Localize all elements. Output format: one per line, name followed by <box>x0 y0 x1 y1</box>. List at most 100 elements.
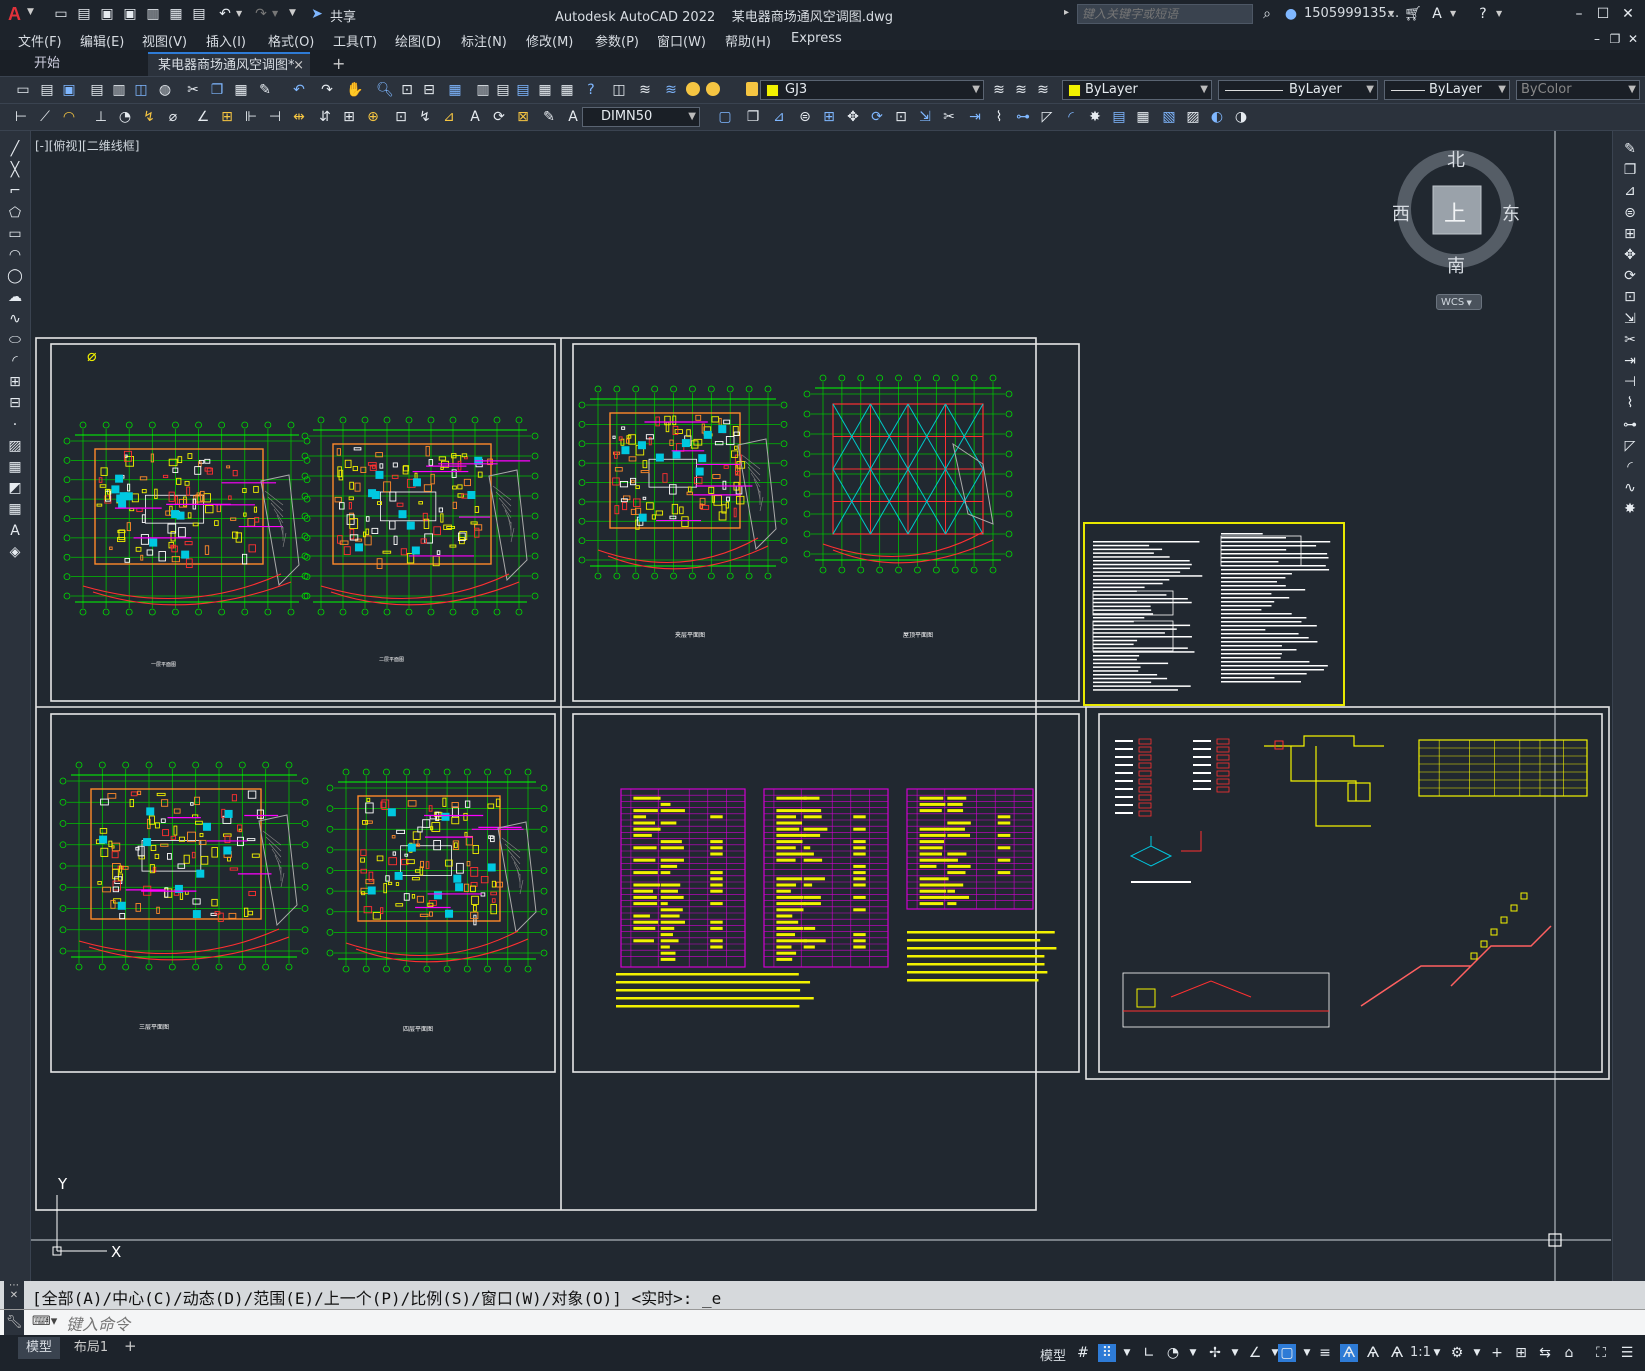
move-icon[interactable]: ✥ <box>844 108 862 126</box>
lineweight-display-icon[interactable]: ≡ <box>1316 1344 1334 1362</box>
user-account[interactable]: 1505999135... <box>1304 6 1399 21</box>
chamfer-icon[interactable]: ◸ <box>1622 438 1638 454</box>
block-icon[interactable]: ✎ <box>540 108 558 126</box>
rectangle-icon[interactable]: ▭ <box>7 226 23 242</box>
close-icon[interactable]: ✕ <box>1619 5 1637 23</box>
annotation-visibility-icon[interactable]: Ѧ <box>1340 1344 1358 1362</box>
menu-view[interactable]: 视图(V) <box>142 31 187 50</box>
menu-draw[interactable]: 绘图(D) <box>395 31 441 50</box>
inspect-icon[interactable]: ⊡ <box>392 108 410 126</box>
share-button[interactable]: 共享 <box>330 6 356 25</box>
save-icon[interactable]: ▣ <box>60 81 78 99</box>
point-icon[interactable]: · <box>7 417 23 433</box>
ellipse-icon[interactable]: ⬭ <box>7 332 23 348</box>
search-icon[interactable]: ⌕ <box>1258 5 1276 23</box>
fillet-icon[interactable]: ◜ <box>1622 459 1638 475</box>
revision-cloud-icon[interactable]: ☁ <box>7 289 23 305</box>
isodraft-arrow-icon[interactable]: ▼ <box>1226 1344 1244 1362</box>
stretch-icon[interactable]: ⇲ <box>1622 311 1638 327</box>
save-web-icon[interactable]: ▦ <box>167 5 185 23</box>
new-icon[interactable]: ▭ <box>14 81 32 99</box>
tab-close-icon[interactable]: × <box>293 54 304 78</box>
app-menu-arrow-icon[interactable]: ▼ <box>27 7 34 17</box>
plot-icon[interactable]: ▤ <box>88 81 106 99</box>
command-window-grip-icon[interactable]: ⋯ ✕ <box>4 1281 24 1309</box>
polygon-icon[interactable]: ⬠ <box>7 205 23 221</box>
group-icon[interactable]: ▦ <box>1134 108 1152 126</box>
viewcube-east[interactable]: 东 <box>1502 200 1520 226</box>
menu-help[interactable]: 帮助(H) <box>725 31 771 50</box>
plot-preview-icon[interactable]: ▥ <box>110 81 128 99</box>
viewcube-top-face[interactable]: 上 <box>1444 196 1466 228</box>
undo-icon[interactable]: ↶ <box>216 5 234 23</box>
explode-icon[interactable]: ✸ <box>1086 108 1104 126</box>
scale-icon[interactable]: ⊡ <box>1622 289 1638 305</box>
undo-arrow-icon[interactable]: ▼ <box>236 9 242 18</box>
pan-icon[interactable]: ✋ <box>346 81 364 99</box>
stretch-icon[interactable]: ⇲ <box>916 108 934 126</box>
object-snap-icon[interactable]: ▢ <box>1278 1344 1296 1362</box>
object-snap-arrow-icon[interactable]: ▼ <box>1298 1344 1316 1362</box>
ellipse-arc-icon[interactable]: ◜ <box>7 353 23 369</box>
layer-match-icon[interactable]: ≋ <box>662 81 680 99</box>
trim-icon[interactable]: ✂ <box>1622 332 1638 348</box>
new-tab-icon[interactable]: + <box>322 52 355 76</box>
dim-linear-icon[interactable]: ⊢ <box>12 108 30 126</box>
construction-line-icon[interactable]: ╳ <box>7 162 23 178</box>
menu-tools[interactable]: 工具(T) <box>333 31 377 50</box>
properties-icon[interactable]: ▦ <box>446 81 464 99</box>
move-icon[interactable]: ✥ <box>1622 247 1638 263</box>
help-icon[interactable]: ? <box>582 81 600 99</box>
color-dropdown[interactable]: ByLayer ▼ <box>1062 80 1212 100</box>
lock-ui-icon[interactable]: ⌂ <box>1560 1344 1578 1362</box>
zoom-window-icon[interactable]: ⊡ <box>398 81 416 99</box>
zoom-previous-icon[interactable]: ⊟ <box>420 81 438 99</box>
plotstyle-dropdown[interactable]: ByColor ▼ <box>1516 80 1640 100</box>
rotate-icon[interactable]: ⟳ <box>868 108 886 126</box>
quick-dim-icon[interactable]: ⊞ <box>218 108 236 126</box>
open-web-icon[interactable]: ▥ <box>144 5 162 23</box>
ortho-icon[interactable]: ∟ <box>1140 1344 1158 1362</box>
region-icon[interactable]: ◩ <box>7 480 23 496</box>
command-input[interactable] <box>64 1313 1628 1335</box>
drawing-canvas[interactable]: [-][俯视][二维线框] 一层平面图 二层平面图 夹层平面图 屋顶平面图 三层… <box>31 131 1611 1281</box>
gradient-icon[interactable]: ▦ <box>7 459 23 475</box>
isolate-icon[interactable]: ◐ <box>1208 108 1226 126</box>
command-prompt-icon[interactable]: ⌨▾ <box>32 1314 57 1329</box>
isodraft-icon[interactable]: ✢ <box>1206 1344 1224 1362</box>
jogged-linear-icon[interactable]: ↯ <box>416 108 434 126</box>
search-input[interactable] <box>1077 4 1253 24</box>
snap-icon[interactable]: ⠿ <box>1098 1344 1116 1362</box>
dimstyle-dropdown[interactable]: DIMN50 ▼ <box>582 107 700 127</box>
break-icon[interactable]: ⌇ <box>990 108 1008 126</box>
help-icon[interactable]: ? <box>1474 5 1492 23</box>
redo-icon[interactable]: ↷ <box>318 81 336 99</box>
autodesk-app-icon[interactable]: A <box>1428 5 1446 23</box>
menu-format[interactable]: 格式(O) <box>268 31 314 50</box>
dim-arc-icon[interactable]: ◠ <box>60 108 78 126</box>
snap-arrow-icon[interactable]: ▼ <box>1118 1344 1136 1362</box>
tool-palettes-icon[interactable]: ▤ <box>494 81 512 99</box>
quickcalc-icon[interactable]: ▦ <box>558 81 576 99</box>
mirror-icon[interactable]: ⊿ <box>1622 183 1638 199</box>
hatch-icon[interactable]: ▨ <box>7 438 23 454</box>
save-icon[interactable]: ▣ <box>98 5 116 23</box>
workspace-arrow-icon[interactable]: ▼ <box>1468 1344 1486 1362</box>
menu-window[interactable]: 窗口(W) <box>657 31 706 50</box>
annotation-scale-icon[interactable]: Ѧ <box>1388 1344 1406 1362</box>
erase-icon[interactable]: ✎ <box>1622 141 1638 157</box>
open-icon[interactable]: ▤ <box>38 81 56 99</box>
trim-icon[interactable]: ✂ <box>940 108 958 126</box>
linetype-dropdown[interactable]: ByLayer ▼ <box>1218 80 1378 100</box>
layer-states-icon[interactable]: ≋ <box>636 81 654 99</box>
help-arrow-icon[interactable]: ▼ <box>1496 9 1502 18</box>
copy-icon[interactable]: ❐ <box>208 81 226 99</box>
viewcube-west[interactable]: 西 <box>1392 200 1410 226</box>
viewcube-north[interactable]: 北 <box>1447 146 1465 172</box>
command-settings-icon[interactable]: 🔧︎ <box>4 1310 24 1336</box>
multiline-text-icon[interactable]: A <box>7 523 23 539</box>
polar-icon[interactable]: ◔ <box>1164 1344 1182 1362</box>
scale-arrow-icon[interactable]: ▼ <box>1428 1344 1446 1362</box>
publish-icon[interactable]: ◫ <box>132 81 150 99</box>
array-icon[interactable]: ⊞ <box>1622 226 1638 242</box>
